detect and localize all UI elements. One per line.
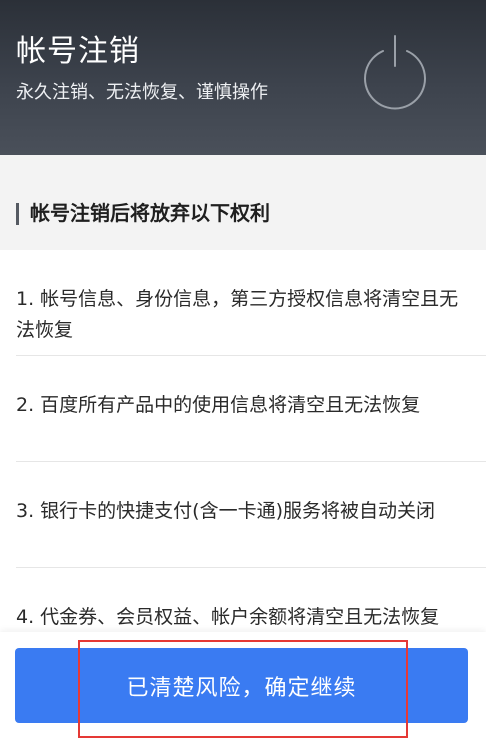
header-banner: 帐号注销 永久注销、无法恢复、谨慎操作	[0, 0, 486, 155]
list-item: 1. 帐号信息、身份信息，第三方授权信息将清空且无法恢复	[16, 250, 486, 356]
rights-section-header: 帐号注销后将放弃以下权利	[0, 155, 486, 250]
list-item: 2. 百度所有产品中的使用信息将清空且无法恢复	[16, 356, 486, 462]
page-title: 帐号注销	[16, 34, 140, 69]
list-item-text: 2. 百度所有产品中的使用信息将清空且无法恢复	[16, 394, 421, 416]
list-item-text: 1. 帐号信息、身份信息，第三方授权信息将清空且无法恢复	[16, 288, 459, 341]
page-subtitle: 永久注销、无法恢复、谨慎操作	[16, 82, 268, 103]
rights-list: 1. 帐号信息、身份信息，第三方授权信息将清空且无法恢复 2. 百度所有产品中的…	[0, 250, 486, 674]
list-item-text: 3. 银行卡的快捷支付(含一卡通)服务将被自动关闭	[16, 500, 435, 522]
section-accent-bar	[16, 203, 19, 225]
list-item-text: 4. 代金券、会员权益、帐户余额将清空且无法恢复	[16, 606, 440, 628]
bottom-action-bar: 已清楚风险，确定继续	[0, 632, 486, 748]
section-title: 帐号注销后将放弃以下权利	[30, 201, 270, 225]
list-item: 3. 银行卡的快捷支付(含一卡通)服务将被自动关闭	[16, 462, 486, 568]
confirm-continue-button[interactable]: 已清楚风险，确定继续	[15, 648, 468, 723]
power-icon	[364, 35, 426, 110]
